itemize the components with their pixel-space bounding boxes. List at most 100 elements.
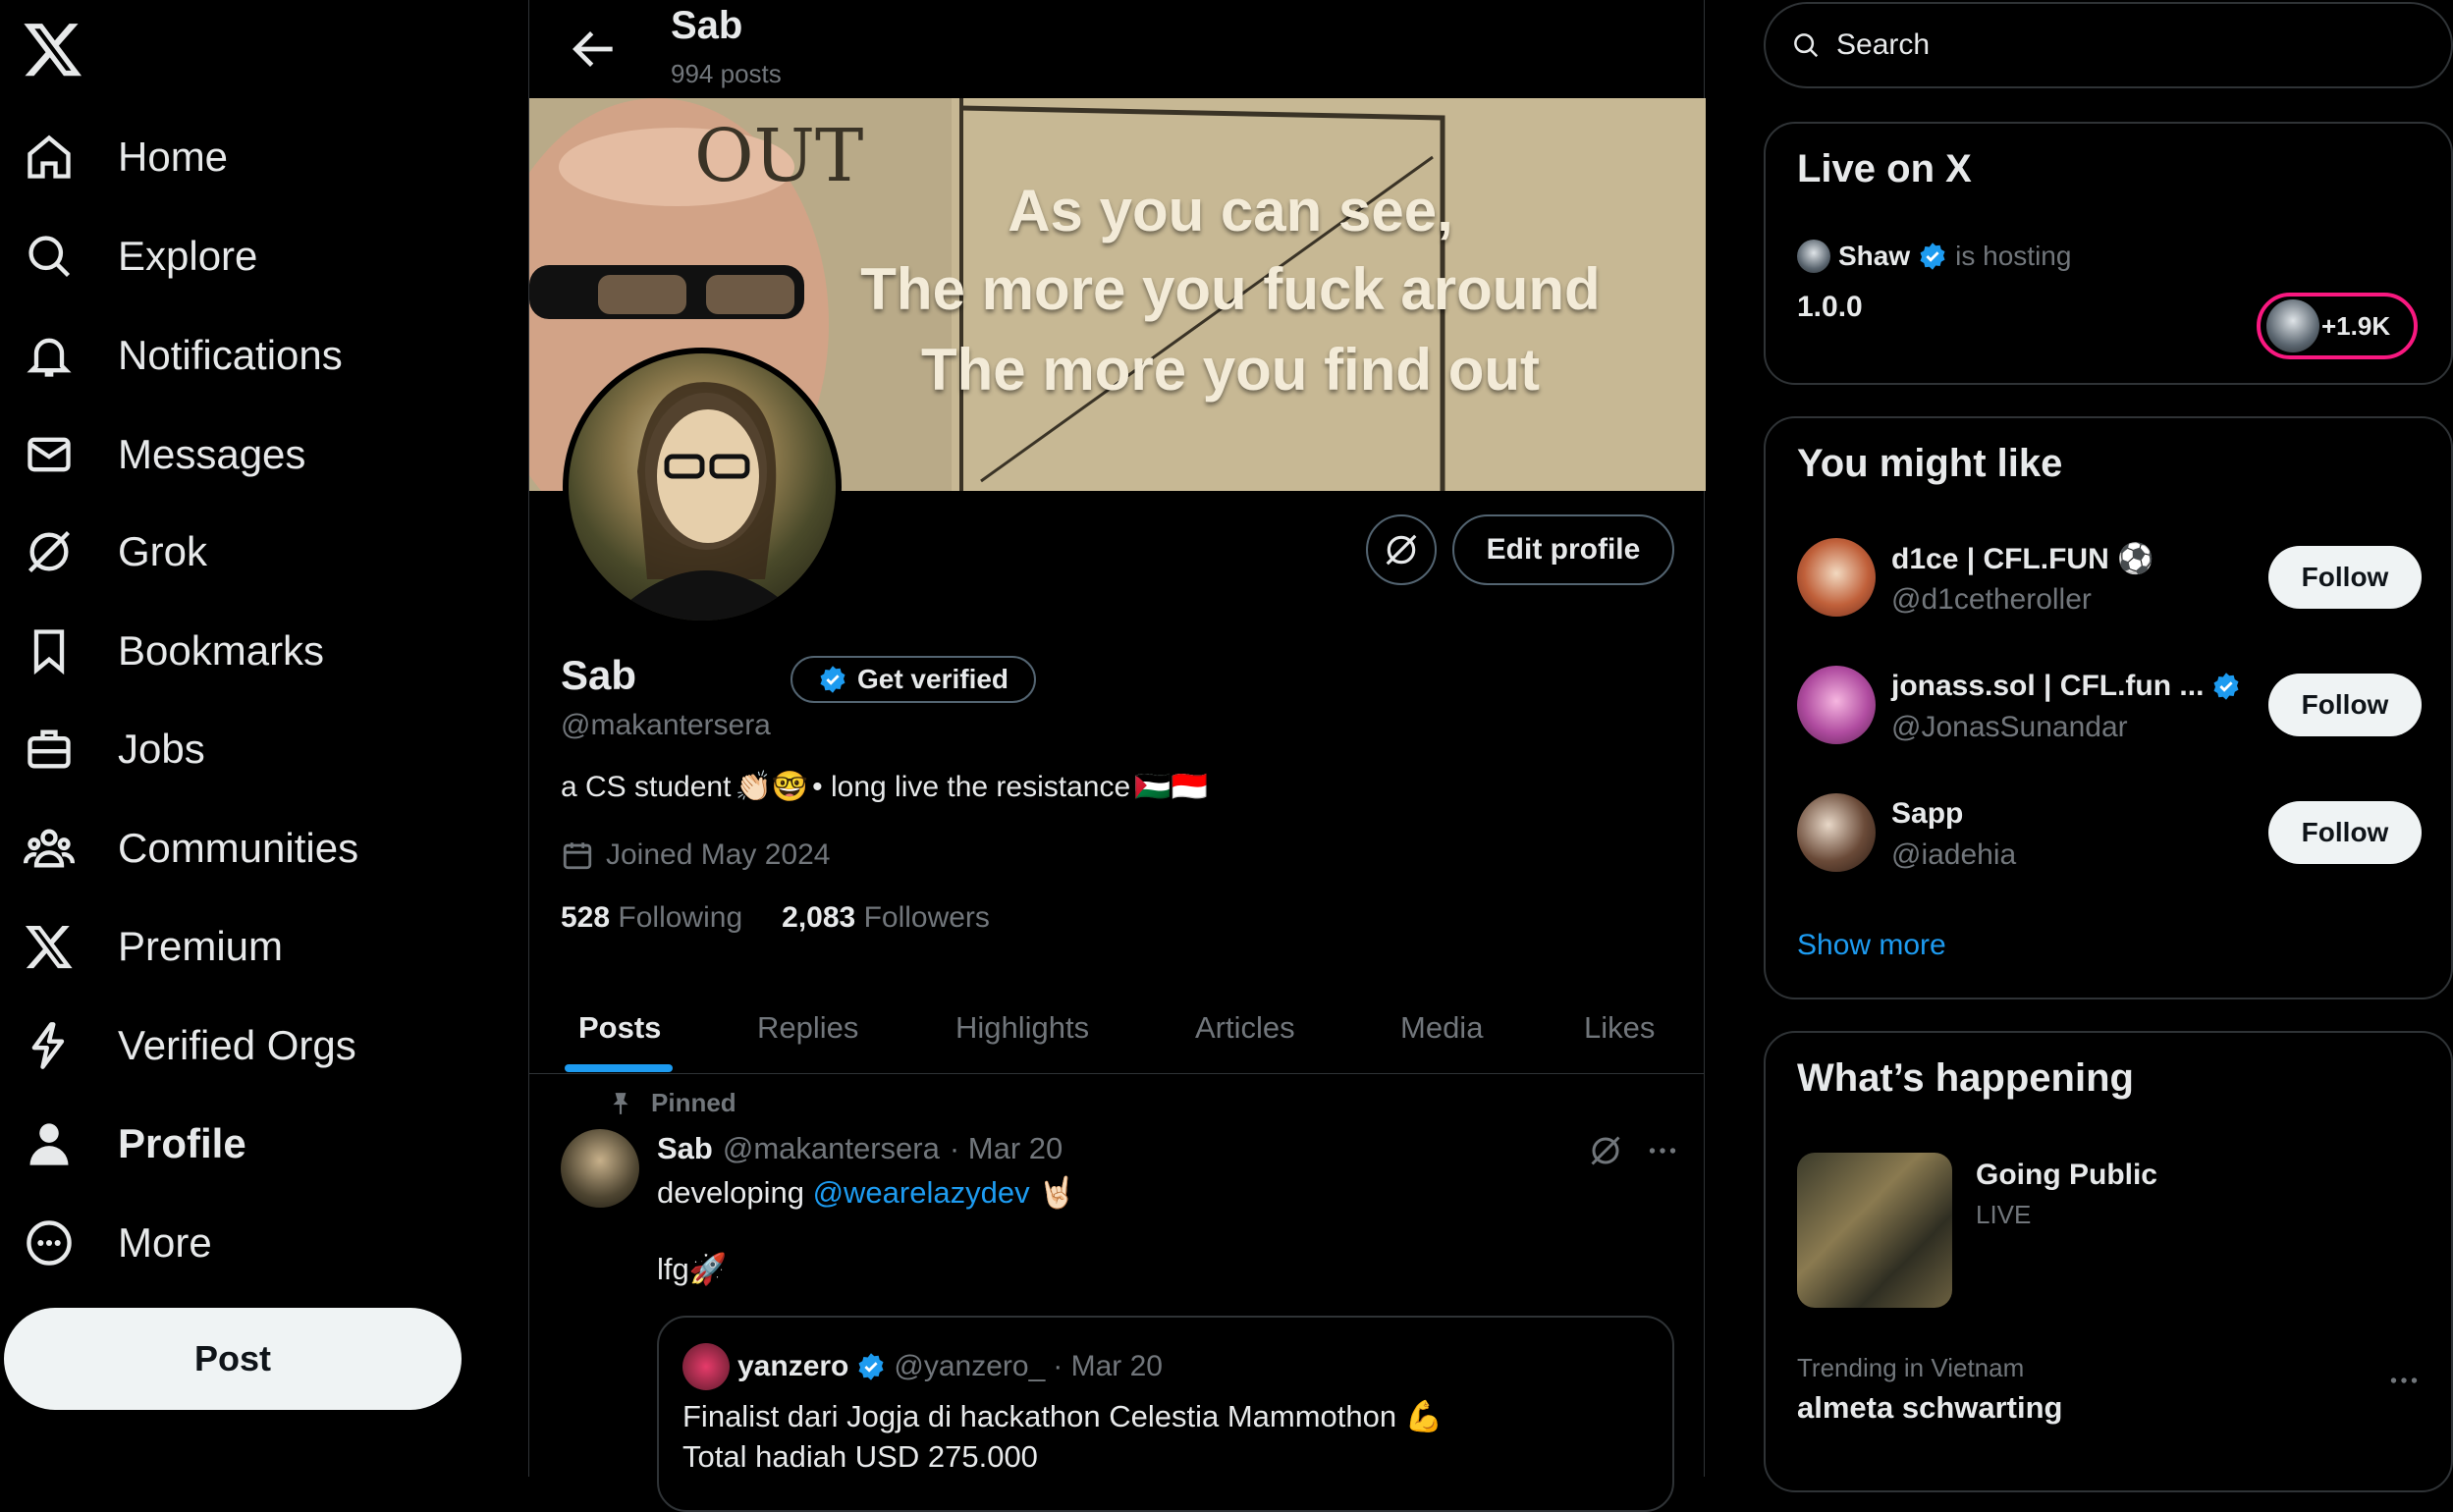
post-author-avatar[interactable] xyxy=(561,1129,639,1208)
post-button[interactable]: Post xyxy=(4,1308,462,1410)
home-icon xyxy=(27,135,71,179)
post-author-name[interactable]: Sab xyxy=(657,1131,713,1166)
profile-join-date: Joined May 2024 xyxy=(561,838,831,872)
suggestion-item[interactable]: jonass.sol | CFL.fun ... @JonasSunandar … xyxy=(1797,666,2422,754)
live-host-row[interactable]: Shaw is hosting xyxy=(1797,240,2071,273)
followers-link[interactable]: 2,083 Followers xyxy=(782,901,990,935)
quoted-author-name: yanzero xyxy=(737,1350,849,1382)
nav-item-verified-orgs[interactable]: Verified Orgs xyxy=(24,1006,356,1085)
post-text: developing @wearelazydev 🤘🏻 xyxy=(657,1174,1076,1211)
nav-item-messages[interactable]: Messages xyxy=(24,415,305,494)
tab-replies[interactable]: Replies xyxy=(757,982,858,1074)
nav-item-grok[interactable]: Grok xyxy=(24,513,207,591)
search-icon xyxy=(28,236,71,278)
whats-happening-card: What’s happening Going Public LIVE Trend… xyxy=(1764,1031,2453,1492)
tab-likes[interactable]: Likes xyxy=(1584,982,1655,1074)
live-listeners-pill[interactable]: +1.9K xyxy=(2257,293,2418,359)
live-on-x-card: Live on X Shaw is hosting 1.0.0 +1.9K xyxy=(1764,122,2453,385)
suggestion-name: Sapp xyxy=(1891,797,1964,830)
nav-label-notifications: Notifications xyxy=(118,332,343,378)
nav-item-notifications[interactable]: Notifications xyxy=(24,316,343,395)
show-more-link[interactable]: Show more xyxy=(1797,929,1946,962)
nav-item-profile[interactable]: Profile xyxy=(24,1105,246,1183)
trend-name[interactable]: almeta schwarting xyxy=(1797,1390,2062,1426)
edit-profile-button[interactable]: Edit profile xyxy=(1452,514,1674,585)
nav-item-explore[interactable]: Explore xyxy=(24,217,257,296)
post-date[interactable]: · Mar 20 xyxy=(950,1131,1063,1166)
quoted-author-handle: @yanzero_ xyxy=(894,1350,1046,1382)
nav-label-premium: Premium xyxy=(118,923,284,969)
nav-label-bookmarks: Bookmarks xyxy=(118,627,325,674)
profile-avatar[interactable] xyxy=(563,348,842,626)
trend-category: Trending in Vietnam xyxy=(1797,1353,2025,1382)
tab-highlights[interactable]: Highlights xyxy=(955,982,1089,1074)
tab-articles[interactable]: Articles xyxy=(1195,982,1295,1074)
followers-count: 2,083 xyxy=(782,901,856,934)
nav-item-home[interactable]: Home xyxy=(24,118,228,196)
profile-stats: 528 Following 2,083 Followers xyxy=(561,901,990,935)
x-logo-icon xyxy=(25,925,73,969)
search-box[interactable] xyxy=(1764,2,2453,88)
post-mention-link[interactable]: @wearelazydev xyxy=(813,1175,1030,1210)
verified-badge-icon xyxy=(1920,243,1945,270)
active-tab-indicator xyxy=(565,1064,673,1072)
quoted-post-date: · Mar 20 xyxy=(1053,1350,1163,1382)
followers-label: Followers xyxy=(863,901,990,934)
nav-label-grok: Grok xyxy=(118,528,208,574)
suggestions-title: You might like xyxy=(1797,442,2063,485)
profile-handle: @makantersera xyxy=(561,709,771,741)
suggestion-avatar xyxy=(1797,538,1876,617)
nav-item-communities[interactable]: Communities xyxy=(24,809,358,888)
people-icon xyxy=(24,829,75,868)
trend-thumbnail[interactable] xyxy=(1797,1153,1952,1308)
suggestion-handle: @d1cetheroller xyxy=(1891,583,2092,616)
grok-icon[interactable] xyxy=(1588,1133,1623,1168)
nav-item-bookmarks[interactable]: Bookmarks xyxy=(24,612,324,690)
more-options-icon[interactable] xyxy=(1645,1133,1680,1168)
happening-title: What’s happening xyxy=(1797,1056,2134,1100)
quoted-author-avatar xyxy=(682,1343,730,1390)
post-header: Sab @makantersera · Mar 20 xyxy=(657,1131,1063,1166)
suggestion-item[interactable]: Sapp @iadehia Follow xyxy=(1797,793,2422,882)
suggestion-name: d1ce | CFL.FUN ⚽ xyxy=(1891,543,2154,575)
post-author-handle[interactable]: @makantersera xyxy=(723,1131,940,1166)
nav-item-premium[interactable]: Premium xyxy=(24,907,283,986)
trend-live-label: LIVE xyxy=(1976,1200,2032,1229)
nav-label-messages: Messages xyxy=(118,431,306,477)
quoted-post[interactable]: yanzero @yanzero_ · Mar 20 Finalist dari… xyxy=(657,1316,1674,1512)
quoted-post-text: Finalist dari Jogja di hackathon Celesti… xyxy=(682,1399,1444,1433)
person-icon xyxy=(29,1123,69,1165)
back-arrow-icon[interactable] xyxy=(567,22,622,77)
more-options-icon[interactable] xyxy=(2386,1363,2422,1398)
grok-button[interactable] xyxy=(1366,514,1437,585)
search-input[interactable] xyxy=(1834,27,2384,63)
briefcase-icon xyxy=(27,729,71,769)
trend-title[interactable]: Going Public xyxy=(1976,1159,2157,1192)
listener-avatar xyxy=(2266,299,2319,352)
x-logo-icon[interactable] xyxy=(22,18,84,81)
get-verified-button[interactable]: Get verified xyxy=(790,656,1036,703)
grok-icon xyxy=(27,530,71,573)
following-link[interactable]: 528 Following xyxy=(561,901,742,935)
nav-item-more[interactable]: More xyxy=(24,1204,212,1282)
tab-posts[interactable]: Posts xyxy=(578,982,661,1074)
bio-flags: 🇵🇸🇮🇩 xyxy=(1134,771,1208,803)
bookmark-icon xyxy=(33,629,65,675)
follow-button[interactable]: Follow xyxy=(2268,546,2422,609)
header-profile-name: Sab xyxy=(671,4,743,47)
post-emoji: 🤘🏻 xyxy=(1029,1175,1076,1210)
follow-button[interactable]: Follow xyxy=(2268,801,2422,864)
tab-media[interactable]: Media xyxy=(1400,982,1483,1074)
calendar-icon xyxy=(563,842,592,870)
nav-label-explore: Explore xyxy=(118,233,258,279)
nav-item-jobs[interactable]: Jobs xyxy=(24,710,205,788)
suggestion-item[interactable]: d1ce | CFL.FUN ⚽ @d1cetheroller Follow xyxy=(1797,538,2422,626)
right-sidebar: Live on X Shaw is hosting 1.0.0 +1.9K Yo… xyxy=(1764,0,2453,1492)
follow-button[interactable]: Follow xyxy=(2268,674,2422,736)
profile-main-column: Sab 994 posts OUT As you can see, The mo… xyxy=(528,0,1706,1512)
profile-name: Sab xyxy=(561,652,637,698)
nav-label-profile: Profile xyxy=(118,1120,246,1166)
avatar-portrait xyxy=(608,382,804,621)
live-space-title[interactable]: 1.0.0 xyxy=(1797,291,1863,324)
header-post-count: 994 posts xyxy=(671,59,782,88)
